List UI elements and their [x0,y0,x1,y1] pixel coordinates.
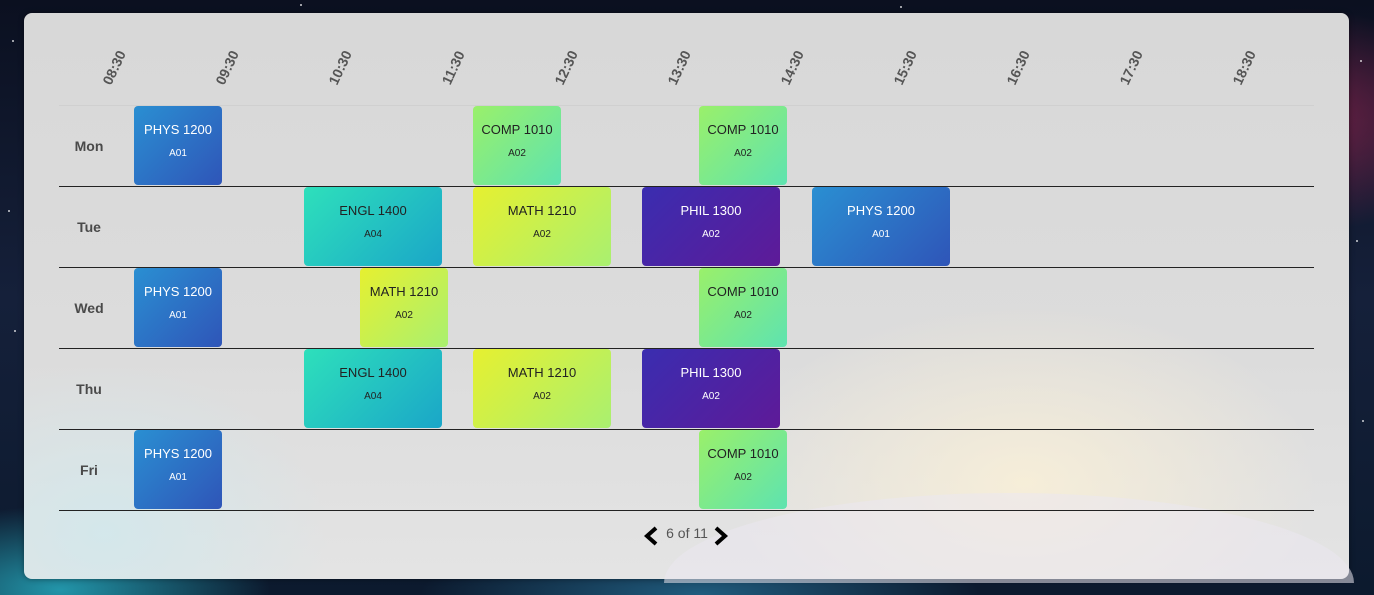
schedule-panel: 08:30 09:30 10:30 11:30 12:30 13:30 14:3… [24,13,1354,583]
time-label: 17:30 [1116,47,1146,88]
course-block[interactable]: PHYS 1200 A01 [134,430,222,509]
time-label: 13:30 [664,47,694,88]
course-section: A02 [533,391,551,402]
course-section: A02 [734,472,752,483]
row-divider [59,105,1314,106]
course-name: PHYS 1200 [847,203,915,218]
star [300,4,302,6]
course-section: A02 [734,310,752,321]
course-name: PHYS 1200 [144,284,212,299]
star [8,210,10,212]
course-block[interactable]: PHIL 1300 A02 [642,187,780,266]
day-label-mon: Mon [74,138,104,154]
course-section: A02 [508,148,526,159]
star [12,40,14,42]
course-name: COMP 1010 [707,446,779,461]
chevron-left-icon [643,526,658,546]
course-name: PHYS 1200 [144,446,212,461]
course-block[interactable]: PHYS 1200 A01 [812,187,950,266]
time-label: 14:30 [777,47,807,88]
star [900,6,902,8]
course-section: A01 [169,148,187,159]
time-label: 11:30 [438,48,468,87]
course-section: A02 [734,148,752,159]
course-block[interactable]: PHYS 1200 A01 [134,268,222,347]
course-section: A02 [702,391,720,402]
day-label-wed: Wed [74,300,104,316]
course-block[interactable]: PHYS 1200 A01 [134,106,222,185]
row-divider [59,510,1314,511]
star [1362,420,1364,422]
time-label: 12:30 [551,47,581,88]
course-block[interactable]: MATH 1210 A02 [360,268,448,347]
course-block[interactable]: COMP 1010 A02 [699,268,787,347]
day-label-fri: Fri [80,462,98,478]
course-name: MATH 1210 [369,284,439,299]
day-label-thu: Thu [76,381,102,397]
course-block[interactable]: MATH 1210 A02 [473,187,611,266]
chevron-right-icon [714,526,729,546]
course-section: A02 [702,229,720,240]
course-section: A04 [364,229,382,240]
course-name: MATH 1210 [507,365,577,380]
course-section: A01 [169,472,187,483]
star [1360,60,1362,62]
course-section: A01 [872,229,890,240]
course-block[interactable]: MATH 1210 A02 [473,349,611,428]
course-name: MATH 1210 [507,203,577,218]
course-name: PHYS 1200 [144,122,212,137]
course-section: A04 [364,391,382,402]
course-block[interactable]: COMP 1010 A02 [699,106,787,185]
course-name: ENGL 1400 [339,365,407,380]
course-block[interactable]: ENGL 1400 A04 [304,349,442,428]
time-label: 16:30 [1003,47,1033,88]
time-label: 09:30 [212,47,242,88]
next-page-button[interactable] [711,526,729,546]
course-name: COMP 1010 [481,122,553,137]
course-name: PHIL 1300 [680,365,742,380]
course-block[interactable]: COMP 1010 A02 [699,430,787,509]
course-block[interactable]: ENGL 1400 A04 [304,187,442,266]
time-label: 10:30 [325,47,355,88]
row-divider [59,267,1314,268]
prev-page-button[interactable] [643,526,661,546]
day-label-tue: Tue [77,219,101,235]
row-divider [59,429,1314,430]
course-section: A02 [395,310,413,321]
page-indicator: 6 of 11 [666,525,708,541]
course-name: COMP 1010 [707,284,779,299]
course-name: COMP 1010 [707,122,779,137]
pagination: 6 of 11 [639,523,739,549]
time-label: 08:30 [99,47,129,88]
course-block[interactable]: COMP 1010 A02 [473,106,561,185]
star [1356,240,1358,242]
time-label: 18:30 [1229,47,1259,88]
course-name: PHIL 1300 [680,203,742,218]
course-name: ENGL 1400 [339,203,407,218]
star [14,330,16,332]
course-block[interactable]: PHIL 1300 A02 [642,349,780,428]
course-section: A02 [533,229,551,240]
course-section: A01 [169,310,187,321]
time-label: 15:30 [890,47,920,88]
